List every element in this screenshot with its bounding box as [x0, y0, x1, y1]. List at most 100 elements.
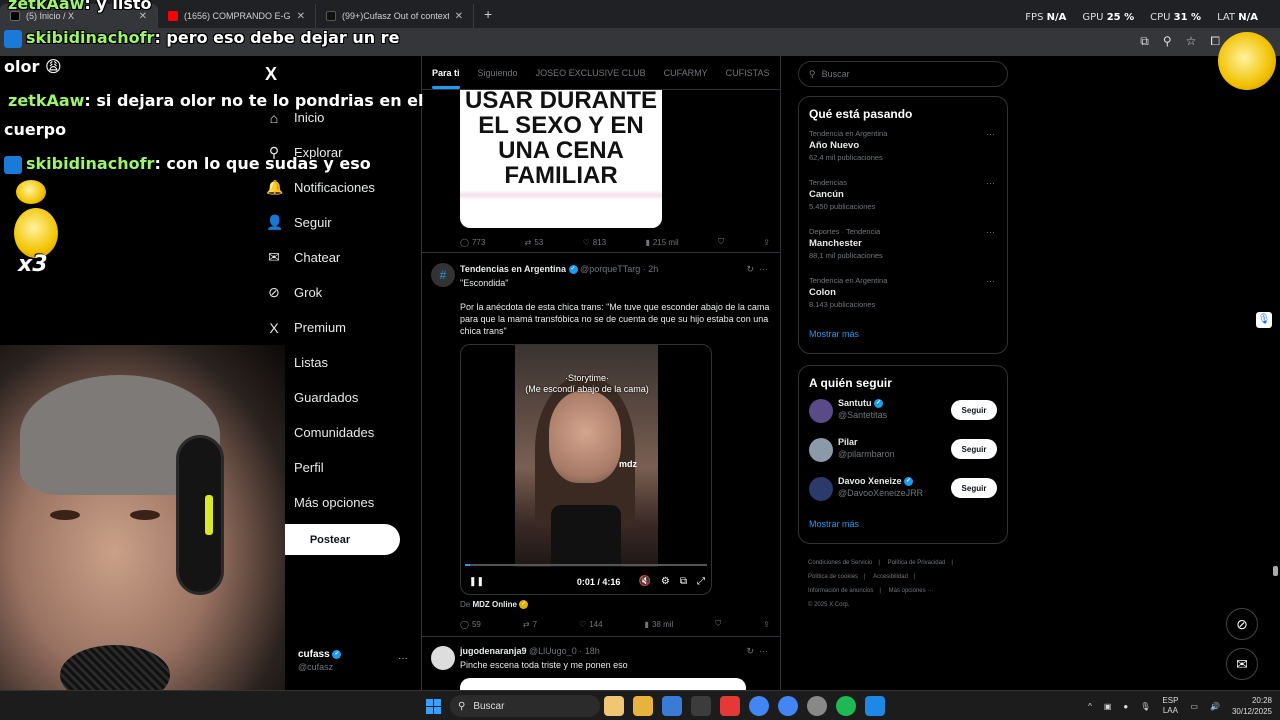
mute-icon[interactable]: 🔇: [638, 576, 650, 587]
repost-button[interactable]: ⇄ 7: [523, 619, 537, 629]
avatar[interactable]: [809, 477, 833, 501]
more-icon[interactable]: ···: [398, 653, 408, 664]
nav-item-mas-opciones[interactable]: ⋯Más opciones: [266, 485, 421, 520]
nav-item-listas[interactable]: ☰Listas: [266, 345, 421, 380]
show-more-link[interactable]: Mostrar más: [799, 323, 1007, 349]
mic-icon[interactable]: 🎙: [1256, 312, 1272, 328]
taskbar-search[interactable]: ⚲ Buscar: [450, 695, 600, 717]
reply-button[interactable]: ◯ 59: [460, 619, 481, 629]
new-tab-button[interactable]: +: [474, 6, 502, 22]
avatar[interactable]: [431, 646, 455, 670]
pause-icon[interactable]: ❚❚: [469, 576, 484, 587]
fullscreen-icon[interactable]: ⤢: [697, 576, 705, 587]
chevron-up-icon[interactable]: ^: [1088, 702, 1092, 711]
bookmark-button[interactable]: ⛉: [715, 619, 721, 629]
extensions-icon[interactable]: ⧠: [1210, 34, 1220, 49]
bookmark-button[interactable]: ⛉: [718, 237, 724, 247]
network-icon[interactable]: ▭: [1190, 702, 1198, 711]
tab-cufarmy[interactable]: CUFARMY: [664, 68, 708, 78]
taskbar-app-icon[interactable]: [807, 696, 827, 716]
trend-item[interactable]: Deportes · Tendencia Manchester 88,1 mil p…: [799, 225, 1007, 274]
search-input[interactable]: ⚲ Buscar: [798, 61, 1008, 87]
repost-button[interactable]: ⇄ 53: [525, 237, 544, 247]
follow-button[interactable]: Seguir: [951, 400, 997, 420]
nav-item-perfil[interactable]: 👤Perfil: [266, 450, 421, 485]
close-tab-icon[interactable]: ✕: [297, 11, 305, 22]
nav-item-seguir[interactable]: 👤 Seguir: [266, 205, 421, 240]
follow-suggestion[interactable]: Pilar @pilarmbaron Seguir: [799, 435, 1007, 474]
like-button[interactable]: ♡ 144: [579, 619, 603, 629]
tweet-image[interactable]: USAR DURANTE EL SEXO Y EN UNA CENA FAMIL…: [460, 90, 662, 228]
language-indicator[interactable]: ESP LAA: [1162, 696, 1178, 716]
spotify-icon[interactable]: [836, 696, 856, 716]
install-icon[interactable]: ⧉: [1140, 34, 1149, 49]
follow-button[interactable]: Seguir: [951, 478, 997, 498]
tab-cufistas[interactable]: CUFISTAS: [726, 68, 770, 78]
grok-icon[interactable]: ↻: [746, 264, 754, 274]
store-icon[interactable]: [691, 696, 711, 716]
trend-item[interactable]: Tendencias Cancún 5.450 publicaciones ···: [799, 176, 1007, 225]
nav-item-comunidades[interactable]: 👥Comunidades: [266, 415, 421, 450]
more-icon[interactable]: ···: [986, 178, 995, 188]
views-button[interactable]: ▮ 38 mil: [645, 619, 674, 629]
reply-button[interactable]: ◯ 773: [460, 237, 485, 247]
more-icon[interactable]: ···: [759, 646, 768, 656]
tray-app-icon[interactable]: ●: [1123, 702, 1128, 711]
zoom-icon[interactable]: ⚲: [1163, 34, 1172, 49]
more-icon[interactable]: ···: [986, 227, 995, 237]
chrome-icon[interactable]: [778, 696, 798, 716]
more-icon[interactable]: ···: [986, 276, 995, 286]
trend-item[interactable]: Tendencia en Argentina Año Nuevo 62,4 mil …: [799, 127, 1007, 176]
nav-item-notificaciones[interactable]: 🔔 Notificaciones: [266, 170, 421, 205]
file-explorer-icon[interactable]: [633, 696, 653, 716]
browser-tab[interactable]: (1656) COMPRANDO E-GIRLS ✕: [158, 4, 316, 28]
avatar[interactable]: [809, 399, 833, 423]
footer-link[interactable]: Accesibilidad: [873, 574, 908, 580]
footer-link[interactable]: Más opciones ···: [889, 588, 934, 594]
windows-start-icon[interactable]: [426, 699, 441, 714]
follow-button[interactable]: Seguir: [951, 439, 997, 459]
footer-link[interactable]: Política de cookies: [808, 574, 858, 580]
nav-item-grok[interactable]: ⊘ Grok: [266, 275, 421, 310]
scrollbar[interactable]: [1273, 566, 1278, 576]
hashtag-avatar-icon[interactable]: #: [431, 263, 455, 287]
footer-link[interactable]: Condiciones de Servicio: [808, 560, 872, 566]
footer-link[interactable]: Política de Privacidad: [888, 560, 946, 566]
avatar[interactable]: [809, 438, 833, 462]
pip-icon[interactable]: ⧉: [680, 576, 687, 587]
close-tab-icon[interactable]: ✕: [455, 11, 463, 22]
clock[interactable]: 20:28 30/12/2025: [1232, 695, 1272, 717]
mic-icon[interactable]: 🎙: [1140, 702, 1150, 711]
taskbar-app-icon[interactable]: [865, 696, 885, 716]
trend-item[interactable]: Tendencia en Argentina Colon 8.143 publica…: [799, 274, 1007, 323]
video-progress-bar[interactable]: [465, 564, 707, 566]
grok-icon[interactable]: ↻: [746, 646, 754, 656]
tray-app-icon[interactable]: ▣: [1104, 702, 1112, 711]
tab-siguiendo[interactable]: Siguiendo: [478, 68, 518, 78]
nav-item-chatear[interactable]: ✉ Chatear: [266, 240, 421, 275]
nav-item-premium[interactable]: X Premium: [266, 310, 421, 345]
share-button[interactable]: ⇪: [763, 237, 770, 247]
more-icon[interactable]: ···: [986, 129, 995, 139]
settings-gear-icon[interactable]: ⚙: [661, 576, 670, 587]
grok-fab-icon[interactable]: ⊘: [1226, 608, 1258, 640]
nav-item-guardados[interactable]: ⛉Guardados: [266, 380, 421, 415]
share-button[interactable]: ⇪: [763, 619, 770, 629]
star-icon[interactable]: ☆: [1186, 34, 1197, 49]
browser-tab[interactable]: (99+)Cufasz Out of context (@... ✕: [316, 4, 474, 28]
show-more-link[interactable]: Mostrar más: [799, 513, 1007, 539]
taskbar-app-icon[interactable]: [662, 696, 682, 716]
volume-icon[interactable]: 🔊: [1210, 702, 1220, 711]
tab-joseo-exclusive-club[interactable]: JOSEO EXCLUSIVE CLUB: [536, 68, 646, 78]
follow-suggestion[interactable]: Santutu ✓ @Santetitas Seguir: [799, 396, 1007, 435]
video-player[interactable]: ·Storytime· (Me escondí abajo de la cama…: [460, 344, 712, 595]
footer-link[interactable]: Información de anuncios: [808, 588, 873, 594]
views-button[interactable]: ▮ 215 mil: [645, 237, 678, 247]
taskbar-app-icon[interactable]: [604, 696, 624, 716]
account-switcher[interactable]: cufass ✓ @cufasz ···: [270, 648, 410, 678]
taskbar-app-icon[interactable]: [720, 696, 740, 716]
chrome-icon[interactable]: [749, 696, 769, 716]
x-logo[interactable]: X: [265, 64, 277, 85]
tab-para-ti[interactable]: Para ti: [432, 68, 460, 89]
like-button[interactable]: ♡ 813: [583, 237, 607, 247]
